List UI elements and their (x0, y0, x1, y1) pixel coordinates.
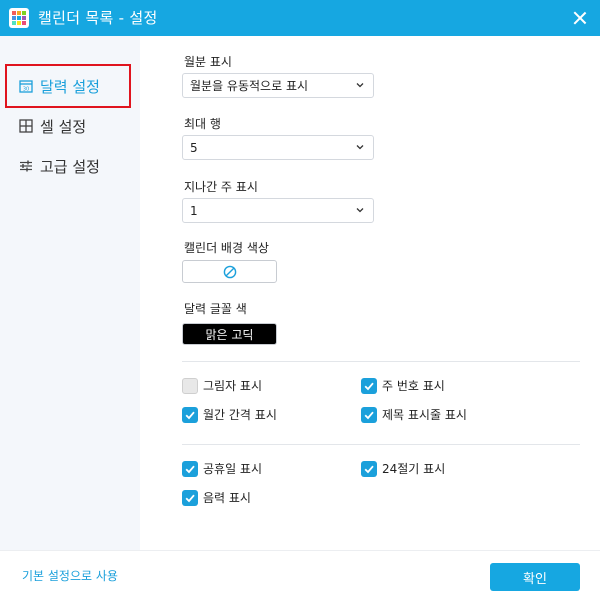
checkbox-label: 주 번호 표시 (382, 379, 445, 393)
title-bar: 캘린더 목록 - 설정 (0, 0, 600, 36)
max-rows-value: 5 (190, 140, 198, 155)
holiday-checkbox[interactable]: 공휴일 표시 (182, 460, 262, 477)
lunar-calendar-checkbox[interactable]: 음력 표시 (182, 489, 251, 506)
checkbox-checked-icon (182, 489, 198, 506)
past-weeks-label: 지나간 주 표시 (184, 180, 258, 194)
checkbox-checked-icon (182, 406, 198, 423)
solar-terms-checkbox[interactable]: 24절기 표시 (361, 460, 445, 477)
sidebar-item-advanced-settings[interactable]: 고급 설정 (0, 146, 140, 186)
week-number-checkbox[interactable]: 주 번호 표시 (361, 377, 445, 394)
past-weeks-select[interactable]: 1 (182, 198, 374, 223)
max-rows-select[interactable]: 5 (182, 135, 374, 160)
sidebar-item-cell-settings[interactable]: 셀 설정 (0, 106, 140, 146)
checkbox-label: 24절기 표시 (382, 462, 446, 476)
bg-color-label: 캘린더 배경 색상 (184, 241, 269, 255)
past-weeks-value: 1 (190, 203, 198, 218)
font-color-button[interactable]: 맑은 고딕 (182, 323, 277, 345)
checkbox-label: 음력 표시 (203, 491, 251, 505)
grid-icon (19, 119, 33, 133)
month-gap-checkbox[interactable]: 월간 간격 표시 (182, 406, 277, 423)
sidebar-item-label: 고급 설정 (40, 157, 100, 176)
chevron-down-icon (356, 83, 364, 88)
checkbox-checked-icon (361, 460, 377, 477)
reset-defaults-link[interactable]: 기본 설정으로 사용 (22, 567, 118, 584)
app-logo-icon (9, 8, 29, 28)
checkbox-label: 공휴일 표시 (203, 462, 263, 476)
checkbox-checked-icon (182, 460, 198, 477)
shadow-checkbox[interactable]: 그림자 표시 (182, 377, 262, 394)
chevron-down-icon (356, 145, 364, 150)
monthly-display-value: 월분을 유동적으로 표시 (190, 79, 309, 93)
monthly-display-label: 월분 표시 (184, 55, 232, 69)
title-bar-checkbox[interactable]: 제목 표시줄 표시 (361, 406, 467, 423)
checkbox-label: 그림자 표시 (203, 379, 263, 393)
chevron-down-icon (356, 208, 364, 213)
max-rows-label: 최대 행 (184, 117, 221, 131)
no-color-icon (223, 265, 236, 278)
sidebar: 30 달력 설정 셀 설정 고급 설정 (0, 36, 140, 550)
ok-button[interactable]: 확인 (490, 563, 580, 591)
svg-text:30: 30 (23, 87, 29, 93)
footer: 기본 설정으로 사용 확인 (0, 550, 600, 600)
close-icon[interactable] (568, 6, 592, 30)
calendar-icon: 30 (19, 79, 33, 93)
sidebar-item-label: 셀 설정 (40, 117, 87, 136)
bg-color-button[interactable] (182, 260, 277, 283)
settings-panel: 월분 표시 월분을 유동적으로 표시 최대 행 5 지나간 주 표시 1 캘린더… (140, 36, 600, 550)
checkbox-unchecked-icon (182, 377, 198, 394)
checkbox-label: 제목 표시줄 표시 (382, 408, 467, 422)
divider (182, 361, 580, 362)
checkbox-checked-icon (361, 377, 377, 394)
sliders-icon (19, 159, 33, 173)
monthly-display-select[interactable]: 월분을 유동적으로 표시 (182, 73, 374, 98)
checkbox-checked-icon (361, 406, 377, 423)
font-color-label: 달력 글꼴 색 (184, 302, 247, 316)
divider (182, 444, 580, 445)
sidebar-item-calendar-settings[interactable]: 30 달력 설정 (0, 66, 140, 106)
sidebar-item-label: 달력 설정 (40, 77, 100, 96)
window-title: 캘린더 목록 - 설정 (38, 9, 158, 27)
checkbox-label: 월간 간격 표시 (203, 408, 277, 422)
